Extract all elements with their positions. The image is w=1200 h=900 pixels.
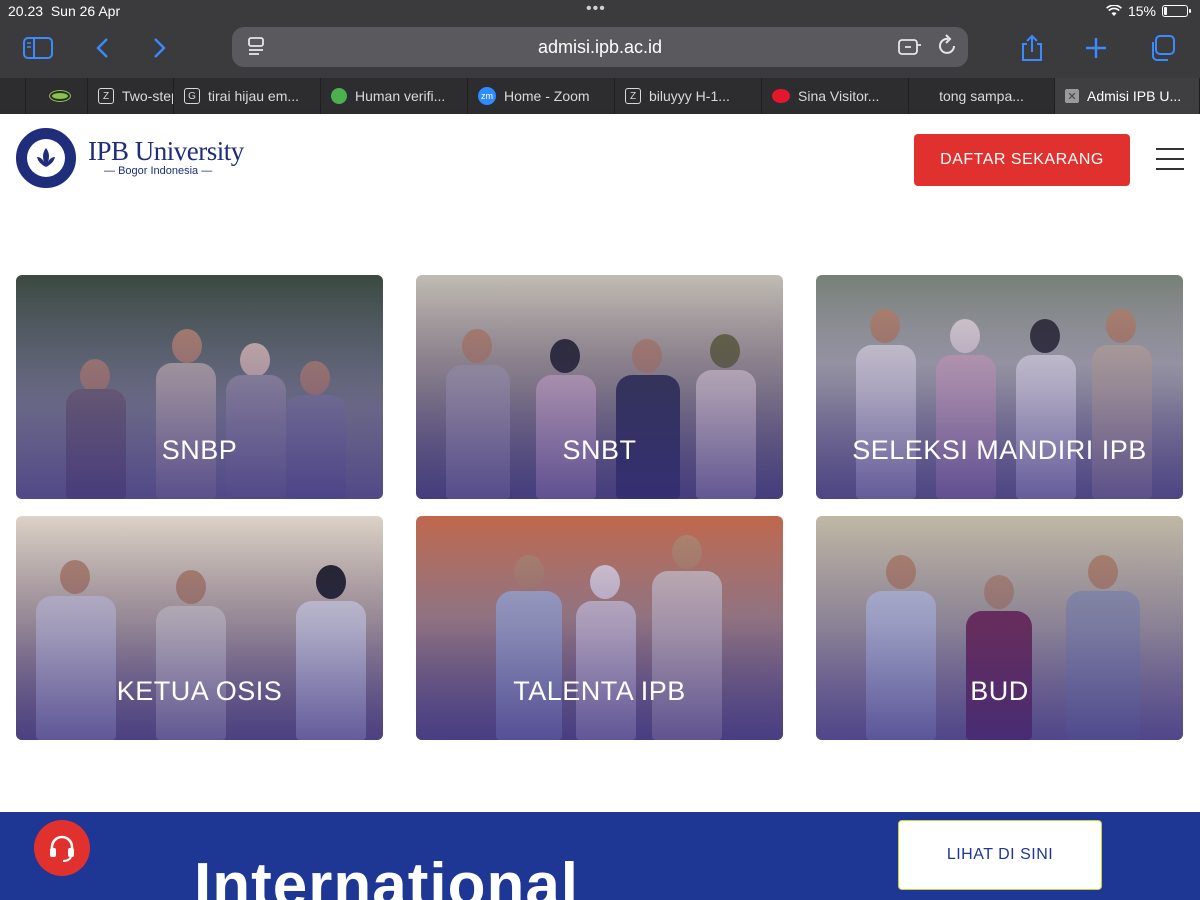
share-icon[interactable] bbox=[1014, 32, 1050, 64]
weibo-icon bbox=[772, 89, 790, 103]
google-icon: G bbox=[184, 88, 200, 104]
card-label: TALENTA IPB bbox=[513, 676, 686, 706]
card-snbt[interactable]: SNBT bbox=[416, 275, 783, 499]
reload-icon[interactable] bbox=[938, 34, 958, 62]
card-label: KETUA OSIS bbox=[116, 676, 283, 706]
forward-icon[interactable] bbox=[142, 32, 178, 64]
tab-1[interactable]: Z Two-step bbox=[88, 78, 174, 114]
close-icon[interactable]: ✕ bbox=[1065, 89, 1079, 103]
logo-name: IPB University bbox=[88, 136, 244, 166]
tab-scroll-left[interactable] bbox=[0, 78, 26, 114]
url-text: admisi.ipb.ac.id bbox=[537, 37, 663, 57]
card-seleksi-mandiri-ipb[interactable]: SELEKSI MANDIRI IPB bbox=[816, 275, 1183, 499]
wifi-icon bbox=[1106, 5, 1122, 16]
browser-toolbar: admisi.ipb.ac.id bbox=[0, 22, 1200, 78]
site-header: IPB University — Bogor Indonesia — DAFTA… bbox=[0, 114, 1200, 206]
hamburger-menu-icon[interactable] bbox=[1156, 148, 1184, 170]
ipb-seal-icon[interactable] bbox=[16, 128, 76, 188]
card-snbp[interactable]: SNBP bbox=[16, 275, 383, 499]
site-icon bbox=[49, 90, 71, 102]
status-time: 20.23 Sun 26 Apr bbox=[8, 3, 121, 19]
zhihu-icon: Z bbox=[625, 88, 641, 104]
back-icon[interactable] bbox=[84, 32, 120, 64]
card-ketua-osis[interactable]: KETUA OSIS bbox=[16, 516, 383, 740]
tab-overview-icon[interactable] bbox=[1144, 32, 1180, 64]
status-right: 15% bbox=[1106, 3, 1191, 19]
tab-2[interactable]: G tirai hijau em... bbox=[174, 78, 321, 114]
new-tab-icon[interactable] bbox=[1078, 32, 1114, 64]
banner-title: International bbox=[194, 851, 580, 900]
card-label: SNBP bbox=[161, 435, 238, 465]
address-bar[interactable]: admisi.ipb.ac.id bbox=[232, 27, 968, 67]
site-logo[interactable]: IPB University — Bogor Indonesia — bbox=[88, 136, 244, 177]
international-banner: International LIHAT DI SINI bbox=[0, 812, 1200, 900]
card-talenta-ipb[interactable]: TALENTA IPB bbox=[416, 516, 783, 740]
tab-3[interactable]: Human verifi... bbox=[321, 78, 468, 114]
tab-5[interactable]: Z biluyyy H-1... bbox=[615, 78, 762, 114]
leaf-icon bbox=[331, 88, 347, 104]
tab-0[interactable] bbox=[26, 78, 88, 114]
battery-percent: 15% bbox=[1127, 3, 1156, 19]
tab-strip: Z Two-step G tirai hijau em... Human ver… bbox=[0, 78, 1200, 114]
admission-pathways: SNBP SNBT SELEKSI MANDIRI IPB KETUA OSIS… bbox=[0, 206, 1200, 812]
status-bar: 20.23 Sun 26 Apr ••• 15% bbox=[0, 0, 1200, 22]
battery-icon bbox=[1162, 5, 1191, 17]
zhihu-icon: Z bbox=[98, 88, 114, 104]
tab-8-active[interactable]: ✕ Admisi IPB U... bbox=[1055, 78, 1200, 114]
card-label: SELEKSI MANDIRI IPB bbox=[852, 435, 1147, 465]
tab-6[interactable]: Sina Visitor... bbox=[762, 78, 909, 114]
tab-7[interactable]: tong sampa... bbox=[909, 78, 1055, 114]
multitasking-dots-icon[interactable]: ••• bbox=[586, 0, 606, 18]
card-bud[interactable]: BUD bbox=[816, 516, 1183, 740]
support-headset-icon[interactable] bbox=[34, 820, 90, 876]
zoom-icon: zm bbox=[478, 87, 496, 105]
card-label: BUD bbox=[970, 676, 1029, 706]
daftar-sekarang-button[interactable]: DAFTAR SEKARANG bbox=[914, 134, 1130, 186]
sidebar-icon[interactable] bbox=[20, 32, 56, 64]
lihat-di-sini-button[interactable]: LIHAT DI SINI bbox=[898, 820, 1102, 890]
extension-icon[interactable] bbox=[898, 36, 922, 61]
card-label: SNBT bbox=[562, 435, 637, 465]
tab-4[interactable]: zm Home - Zoom bbox=[468, 78, 615, 114]
